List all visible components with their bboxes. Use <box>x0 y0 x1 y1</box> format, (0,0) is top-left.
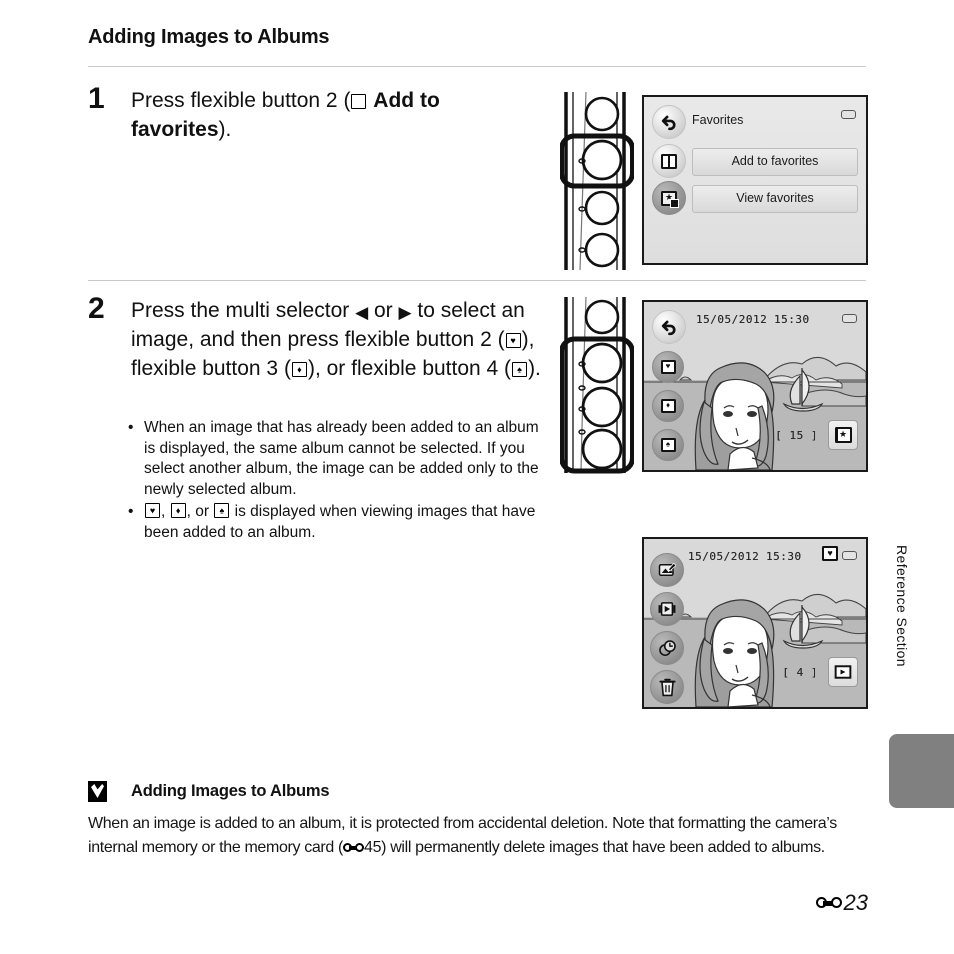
album-spade-icon[interactable]: ♠ <box>652 429 684 461</box>
battery-icon <box>841 110 856 119</box>
step-2-line4-b: ), or flexible button 4 ( <box>307 357 512 380</box>
step-2-text: Press the multi selector ◀ or ▶ to selec… <box>131 296 541 383</box>
bullet-1-text: When an image that has already been adde… <box>144 419 539 498</box>
menu-item-view-favorites-label: View favorites <box>736 191 814 205</box>
step-2-line4-a: ( <box>283 357 291 380</box>
step-1-number: 1 <box>88 82 105 115</box>
screen-favorites-menu: Favorites Add to favorites View favorite… <box>642 95 868 265</box>
album-star-icon[interactable]: ★ <box>828 420 858 450</box>
note-body-b: ) will permanently delete images that ha… <box>381 838 825 856</box>
note-body: When an image is added to an album, it i… <box>88 812 870 859</box>
step-2-line1-c: to <box>411 299 435 322</box>
screen3-date: 15/05/2012 <box>688 550 760 563</box>
divider-top <box>88 66 866 67</box>
bullet-2-sep1: , <box>161 503 170 520</box>
step-2-line3-a: flexible button 2 ( <box>344 328 505 351</box>
left-arrow-icon: ◀ <box>355 303 369 322</box>
step-2-notes: When an image that has already been adde… <box>124 418 544 545</box>
caution-checkmark-icon <box>88 781 107 802</box>
album-diamond-icon: ♦ <box>291 362 307 377</box>
camera-buttons-step2 <box>560 297 634 475</box>
divider-middle <box>88 280 866 281</box>
album-diamond-icon[interactable]: ♦ <box>652 390 684 422</box>
step-1-text-after: ). <box>218 118 232 141</box>
note-body-ref: 45 <box>364 838 382 856</box>
album-diamond-icon: ♦ <box>170 503 186 518</box>
battery-icon <box>842 551 857 560</box>
screen-playback: 15/05/2012 15:30 ♥ [4] <box>642 537 868 709</box>
manual-page: Adding Images to Albums 1 Press flexible… <box>0 0 954 954</box>
retouch-icon[interactable] <box>650 553 684 587</box>
page-number: 23 <box>815 890 868 916</box>
right-arrow-icon: ▶ <box>398 303 412 322</box>
note-title: Adding Images to Albums <box>131 782 330 800</box>
back-arrow-icon[interactable] <box>652 105 686 139</box>
delete-icon[interactable] <box>650 670 684 704</box>
album-heart-icon: ♥ <box>505 333 521 348</box>
menu-title: Favorites <box>692 113 744 127</box>
step-2-line1-b: or <box>368 299 399 322</box>
screen3-time: 15:30 <box>766 550 802 563</box>
slideshow-icon[interactable] <box>650 592 684 626</box>
bullet-2-sep2: , or <box>186 503 214 520</box>
album-heart-icon: ♥ <box>822 546 838 561</box>
album-plain-icon <box>652 144 686 178</box>
album-heart-icon: ♥ <box>145 503 160 518</box>
page-number-value: 23 <box>843 890 868 915</box>
album-spade-icon: ♠ <box>214 503 230 518</box>
album-heart-icon[interactable]: ♥ <box>652 351 684 383</box>
step-2-line4-c: ). <box>528 357 541 380</box>
camera-buttons-step1 <box>560 92 634 270</box>
print-order-icon[interactable] <box>650 631 684 665</box>
menu-item-add-to-favorites-label: Add to favorites <box>731 154 819 168</box>
screen3-counter: [ 4 ] <box>782 666 818 679</box>
list-item: ♥, ♦, or ♠ is displayed when viewing ima… <box>124 502 544 543</box>
playback-icon[interactable] <box>828 657 858 687</box>
screen2-counter: [ 15 ] <box>775 429 818 442</box>
screen-image-select: 15/05/2012 15:30 ♥ ♦ ♠ [ 15 ] ★ <box>642 300 868 472</box>
step-1-text: Press flexible button 2 ( Add to favorit… <box>131 86 531 144</box>
back-arrow-icon[interactable] <box>652 310 686 344</box>
album-plain-icon <box>351 94 367 109</box>
list-item: When an image that has already been adde… <box>124 418 544 500</box>
reference-section-icon <box>343 842 365 853</box>
battery-icon <box>842 314 857 323</box>
step-2-line1-a: Press the multi selector <box>131 299 356 322</box>
step-2-number: 2 <box>88 292 105 325</box>
step-1-text-before: Press flexible button 2 ( <box>131 89 351 112</box>
album-spade-icon: ♠ <box>512 362 528 377</box>
page-title: Adding Images to Albums <box>88 26 330 48</box>
section-tab <box>889 734 954 808</box>
album-star-icon: ★ <box>652 181 686 215</box>
reference-section-icon <box>815 896 842 910</box>
screen2-date: 15/05/2012 <box>696 313 768 326</box>
side-section-label: Reference Section <box>894 545 910 667</box>
screen2-time: 15:30 <box>774 313 810 326</box>
